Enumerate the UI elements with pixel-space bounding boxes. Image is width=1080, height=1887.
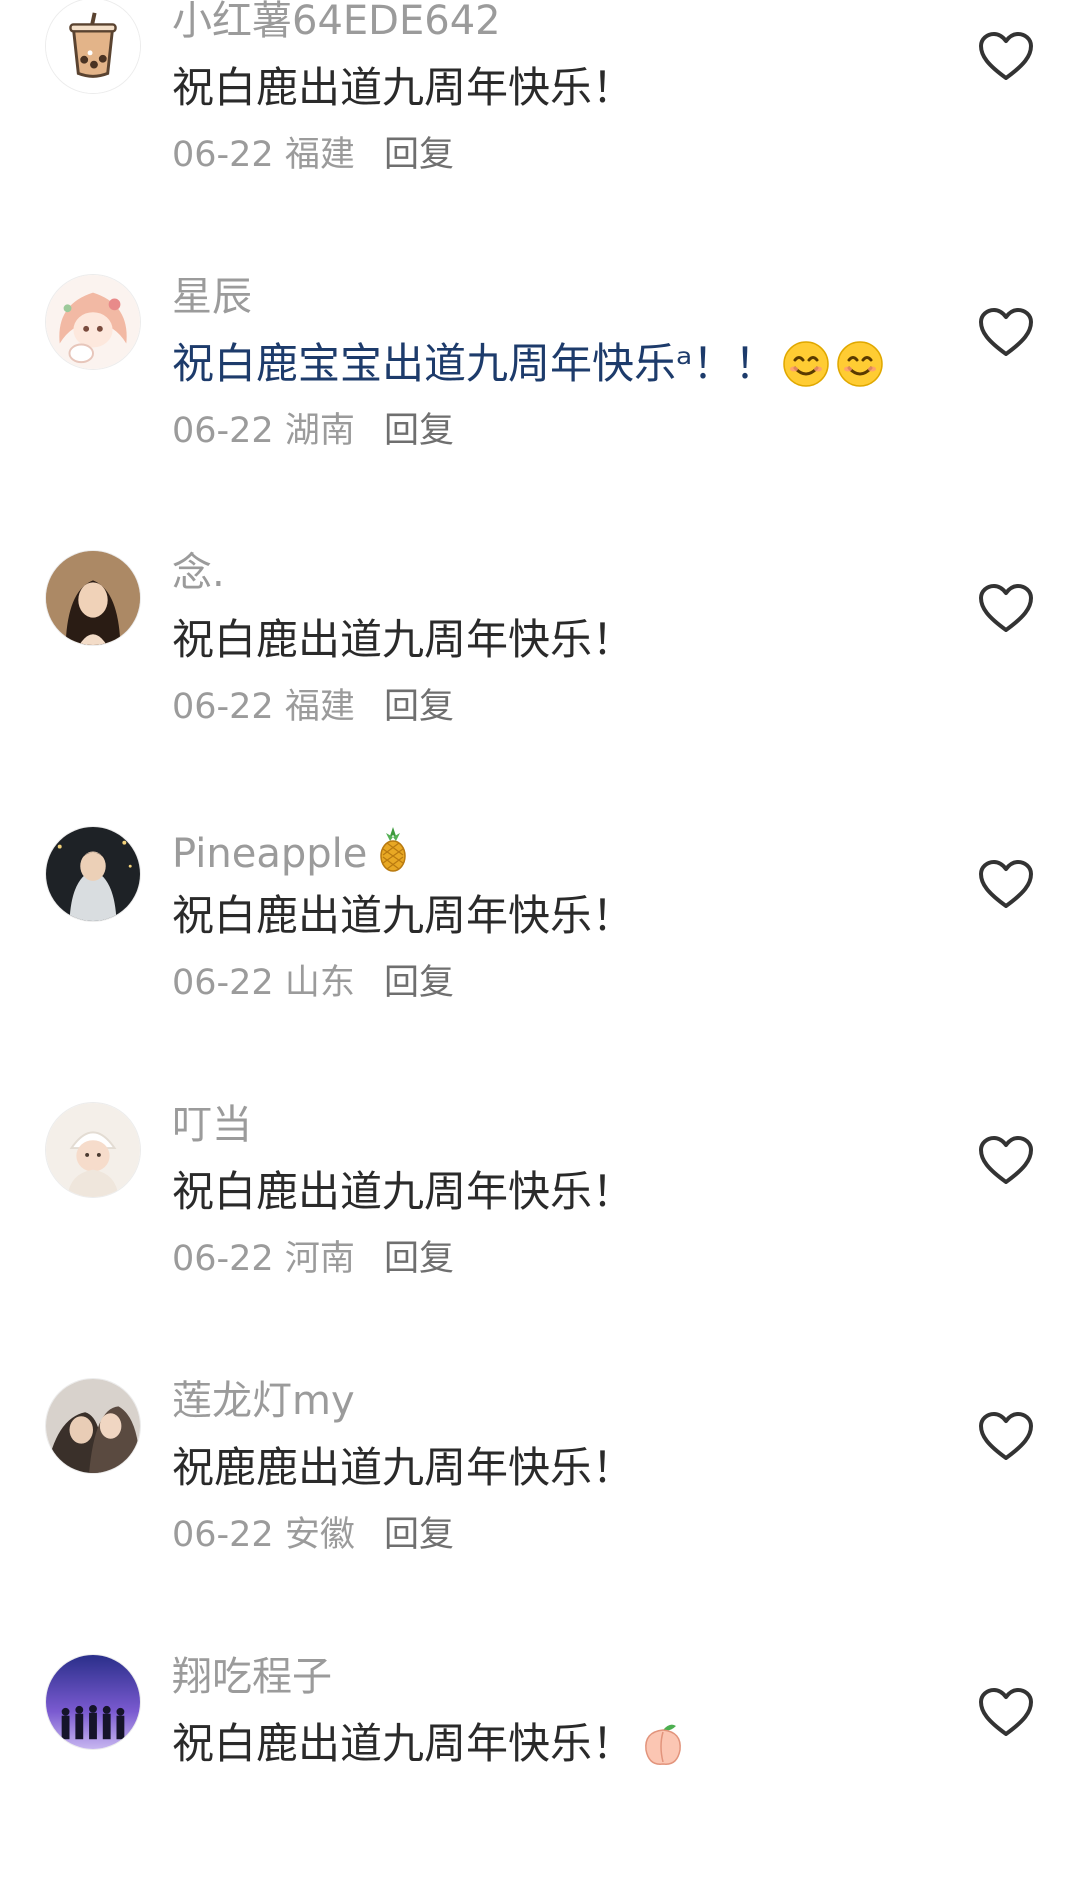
smiling-face-emoji bbox=[782, 340, 830, 401]
username[interactable]: 莲龙灯my bbox=[172, 1377, 355, 1425]
comment-date: 06-22 bbox=[172, 687, 274, 727]
comment-list: 小红薯64EDE642 祝白鹿出道九周年快乐！ 06-22 福建 回复 星辰 祝… bbox=[0, 0, 1080, 1887]
pineapple-emoji bbox=[377, 825, 409, 884]
comment-text: 祝白鹿出道九周年快乐！ bbox=[172, 615, 635, 664]
heart-outline-icon[interactable] bbox=[978, 859, 1034, 911]
username[interactable]: 叮当 bbox=[172, 1101, 252, 1149]
comment-item: 念. 祝白鹿出道九周年快乐！ 06-22 福建 回复 bbox=[0, 507, 1080, 783]
comment-date: 06-22 bbox=[172, 135, 274, 175]
comment-location: 安徽 bbox=[284, 1515, 355, 1555]
night-portrait-icon bbox=[46, 827, 140, 921]
woman-portrait-icon bbox=[46, 551, 140, 645]
comment-location: 福建 bbox=[284, 135, 355, 175]
comment-text: 祝鹿鹿出道九周年快乐！ bbox=[172, 1443, 635, 1492]
comment-meta: 06-22 山东 回复 bbox=[172, 961, 454, 1005]
comment-item: 星辰 祝白鹿宝宝出道九周年快乐ᵃ！！ 06-22 湖南 回复 bbox=[0, 231, 1080, 507]
comment-text: 祝白鹿出道九周年快乐！ bbox=[172, 63, 635, 112]
comment-text: 祝白鹿出道九周年快乐！ bbox=[172, 1167, 635, 1216]
comment-text: 祝白鹿出道九周年快乐！ bbox=[172, 891, 635, 940]
comment-item: Pineapple 祝白鹿出道九周年快乐！ 06-22 山东 回复 bbox=[0, 783, 1080, 1059]
night-portrait-avatar[interactable] bbox=[45, 826, 141, 922]
group-silhouette-avatar[interactable] bbox=[45, 1654, 141, 1750]
baby-photo-avatar[interactable] bbox=[45, 1102, 141, 1198]
comment-date: 06-22 bbox=[172, 1239, 274, 1279]
baby-photo-icon bbox=[46, 1103, 140, 1197]
reply-button[interactable]: 回复 bbox=[384, 963, 454, 1003]
comment-date: 06-22 bbox=[172, 963, 274, 1003]
anime-girl-avatar[interactable] bbox=[45, 274, 141, 370]
username[interactable]: 星辰 bbox=[172, 273, 252, 321]
heart-outline-icon[interactable] bbox=[978, 1135, 1034, 1187]
comment-text: 祝白鹿宝宝出道九周年快乐ᵃ！！ bbox=[172, 337, 884, 401]
heart-outline-icon[interactable] bbox=[978, 583, 1034, 635]
comment-location: 河南 bbox=[284, 1239, 355, 1279]
bubble-tea-icon bbox=[46, 0, 140, 93]
username[interactable]: 翔吃程子 bbox=[172, 1653, 332, 1701]
username-text: Pineapple bbox=[172, 831, 368, 877]
heart-outline-icon[interactable] bbox=[978, 307, 1034, 359]
heart-outline-icon[interactable] bbox=[978, 1411, 1034, 1463]
anime-girl-icon bbox=[46, 275, 140, 369]
couple-photo-icon bbox=[46, 1379, 140, 1473]
username[interactable]: Pineapple bbox=[172, 825, 409, 884]
reply-button[interactable]: 回复 bbox=[384, 1239, 454, 1279]
comment-text-body: 祝白鹿出道九周年快乐！ bbox=[172, 1719, 635, 1768]
comment-location: 福建 bbox=[284, 687, 355, 727]
smiling-face-emoji bbox=[836, 340, 884, 401]
comment-date: 06-22 bbox=[172, 411, 274, 451]
comment-date: 06-22 bbox=[172, 1515, 274, 1555]
comment-text-body: 祝白鹿宝宝出道九周年快乐ᵃ！！ bbox=[172, 339, 777, 388]
comment-meta: 06-22 湖南 回复 bbox=[172, 409, 454, 453]
reply-button[interactable]: 回复 bbox=[384, 411, 454, 451]
comment-meta: 06-22 河南 回复 bbox=[172, 1237, 454, 1281]
heart-outline-icon[interactable] bbox=[978, 1687, 1034, 1739]
bubble-tea-avatar[interactable] bbox=[45, 0, 141, 94]
username[interactable]: 念. bbox=[172, 549, 225, 597]
comment-item: 小红薯64EDE642 祝白鹿出道九周年快乐！ 06-22 福建 回复 bbox=[0, 0, 1080, 231]
reply-button[interactable]: 回复 bbox=[384, 687, 454, 727]
comment-meta: 06-22 福建 回复 bbox=[172, 133, 454, 177]
comment-meta: 06-22 安徽 回复 bbox=[172, 1513, 454, 1557]
comment-item: 翔吃程子 祝白鹿出道九周年快乐！ bbox=[0, 1611, 1080, 1887]
comment-location: 山东 bbox=[284, 963, 355, 1003]
comment-location: 湖南 bbox=[284, 411, 355, 451]
reply-button[interactable]: 回复 bbox=[384, 135, 454, 175]
comment-meta: 06-22 福建 回复 bbox=[172, 685, 454, 729]
username[interactable]: 小红薯64EDE642 bbox=[172, 0, 501, 45]
couple-photo-avatar[interactable] bbox=[45, 1378, 141, 1474]
group-silhouette-icon bbox=[46, 1655, 140, 1749]
comment-item: 叮当 祝白鹿出道九周年快乐！ 06-22 河南 回复 bbox=[0, 1059, 1080, 1335]
peach-emoji bbox=[640, 1720, 686, 1781]
comment-text: 祝白鹿出道九周年快乐！ bbox=[172, 1717, 686, 1781]
heart-outline-icon[interactable] bbox=[978, 31, 1034, 83]
reply-button[interactable]: 回复 bbox=[384, 1515, 454, 1555]
woman-portrait-avatar[interactable] bbox=[45, 550, 141, 646]
comment-item: 莲龙灯my 祝鹿鹿出道九周年快乐！ 06-22 安徽 回复 bbox=[0, 1335, 1080, 1611]
